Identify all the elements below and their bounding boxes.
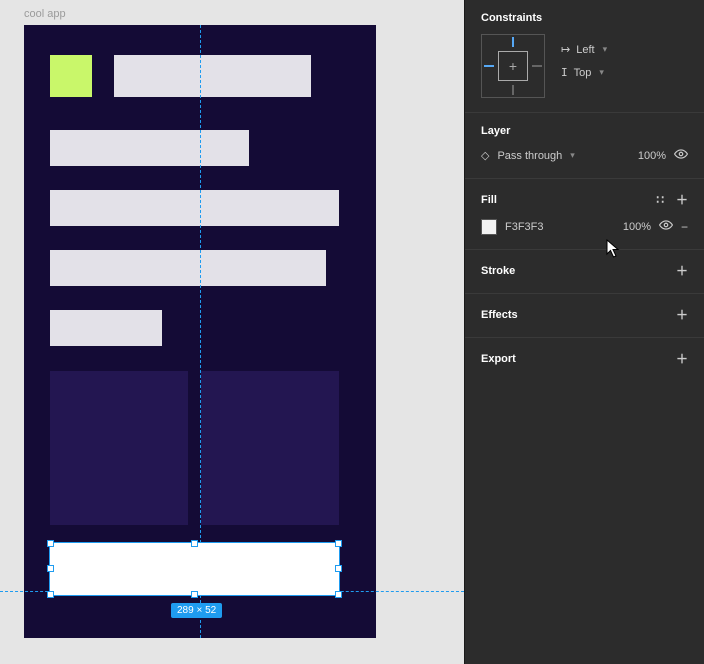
shape-bar-5[interactable]	[50, 310, 162, 346]
constraint-horizontal-dropdown[interactable]: ↦ Left ▾	[561, 43, 607, 56]
resize-handle-e[interactable]	[335, 565, 342, 572]
shape-bar-3[interactable]	[50, 190, 339, 226]
design-panel: Constraints + ↦ Left ▾ I Top ▾	[464, 0, 704, 664]
chevron-down-icon: ▾	[599, 67, 604, 78]
effects-section: Effects ＋	[465, 294, 704, 338]
constraint-horizontal-label: Left	[576, 44, 594, 56]
blend-mode-label: Pass through	[497, 150, 562, 162]
resize-handle-s[interactable]	[191, 591, 198, 598]
fill-styles-icon[interactable]: ∷	[656, 193, 664, 207]
export-section: Export ＋	[465, 338, 704, 381]
constraints-section: Constraints + ↦ Left ▾ I Top ▾	[465, 0, 704, 113]
visibility-icon[interactable]	[674, 147, 688, 164]
shape-bar-1[interactable]	[114, 55, 311, 97]
fill-title: Fill	[481, 194, 497, 206]
resize-handle-nw[interactable]	[47, 540, 54, 547]
constraints-title: Constraints	[481, 12, 688, 24]
h-align-icon: ↦	[561, 43, 570, 56]
resize-handle-sw[interactable]	[47, 591, 54, 598]
dimensions-badge: 289 × 52	[171, 603, 222, 618]
frame-label[interactable]: cool app	[24, 8, 66, 20]
fill-section: Fill ∷ ＋ F3F3F3 100% −	[465, 179, 704, 250]
visibility-icon[interactable]	[659, 218, 673, 235]
add-effect-icon[interactable]: ＋	[676, 306, 688, 323]
shape-bar-4[interactable]	[50, 250, 326, 286]
layer-section: Layer ◇ Pass through ▾ 100%	[465, 113, 704, 179]
shape-bar-2[interactable]	[50, 130, 249, 166]
canvas[interactable]: cool app 289 × 52	[0, 0, 464, 664]
resize-handle-n[interactable]	[191, 540, 198, 547]
export-title: Export	[481, 353, 516, 365]
remove-fill-icon[interactable]: −	[681, 220, 688, 234]
layer-title: Layer	[481, 125, 688, 137]
v-align-icon: I	[561, 66, 568, 79]
blend-mode-dropdown[interactable]: Pass through ▾	[497, 150, 574, 162]
add-fill-icon[interactable]: ＋	[676, 191, 688, 208]
constraints-widget[interactable]: +	[481, 34, 545, 98]
stroke-title: Stroke	[481, 265, 515, 277]
add-stroke-icon[interactable]: ＋	[676, 262, 688, 279]
shape-green-square[interactable]	[50, 55, 92, 97]
layer-opacity-value[interactable]: 100%	[638, 150, 666, 162]
effects-title: Effects	[481, 309, 518, 321]
resize-handle-se[interactable]	[335, 591, 342, 598]
constraint-vertical-dropdown[interactable]: I Top ▾	[561, 66, 607, 79]
selected-shape[interactable]	[50, 543, 339, 595]
constraints-center-icon: +	[498, 51, 528, 81]
shape-card-right[interactable]	[201, 371, 339, 525]
shape-card-left[interactable]	[50, 371, 188, 525]
add-export-icon[interactable]: ＋	[676, 350, 688, 367]
resize-handle-w[interactable]	[47, 565, 54, 572]
resize-handle-ne[interactable]	[335, 540, 342, 547]
stroke-section: Stroke ＋	[465, 250, 704, 294]
fill-opacity-value[interactable]: 100%	[623, 221, 651, 233]
fill-hex-value[interactable]: F3F3F3	[505, 221, 544, 233]
chevron-down-icon: ▾	[603, 44, 608, 55]
blend-mode-icon: ◇	[481, 149, 489, 162]
chevron-down-icon: ▾	[570, 150, 575, 161]
constraint-vertical-label: Top	[574, 67, 592, 79]
fill-swatch[interactable]	[481, 219, 497, 235]
